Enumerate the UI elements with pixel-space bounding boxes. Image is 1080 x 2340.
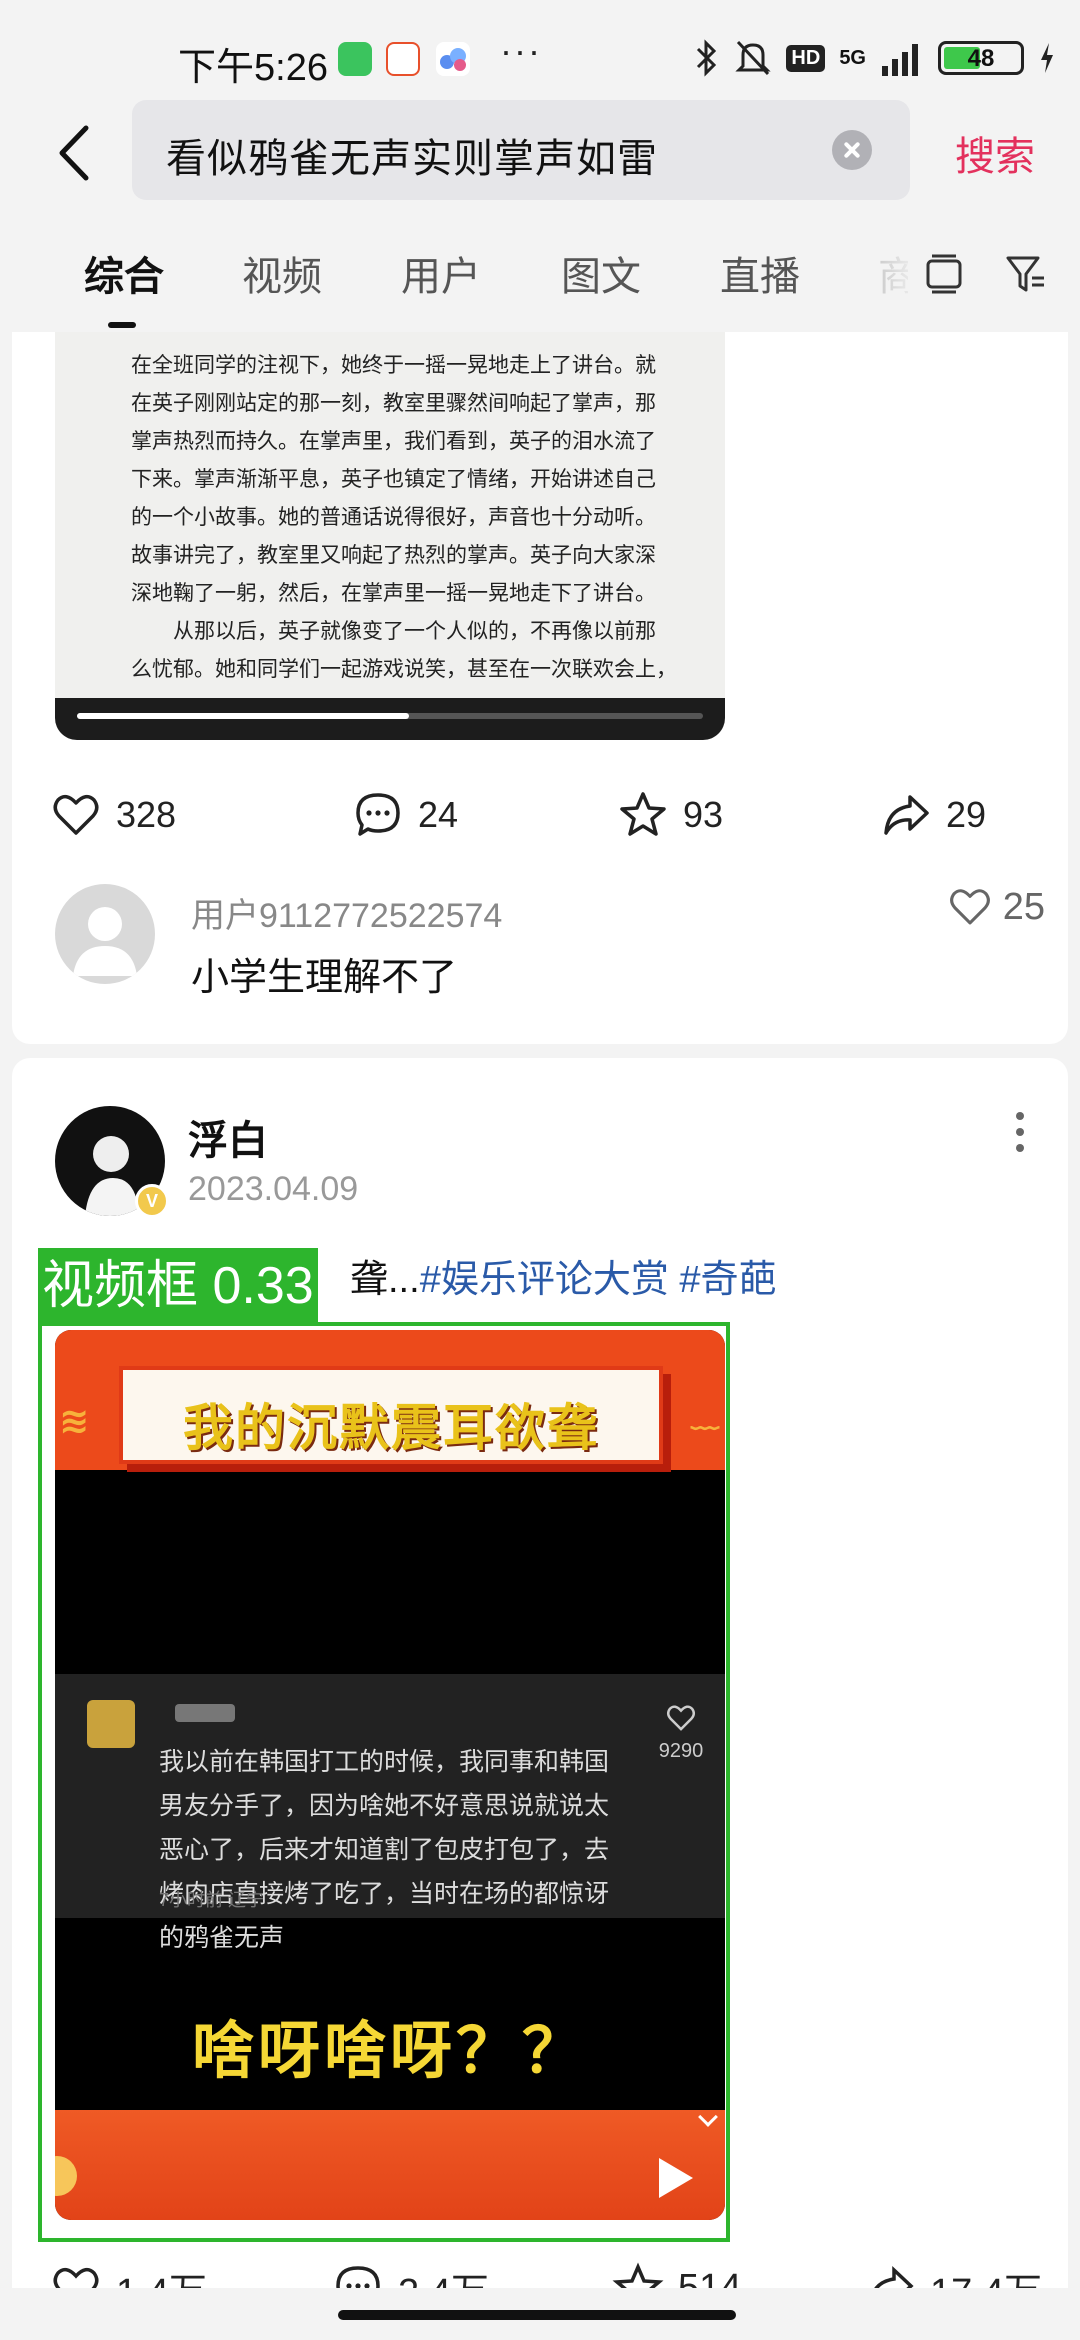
post-image[interactable]: 在全班同学的注视下，她终于一摇一晃地走上了讲台。就 在英子刚刚站定的那一刻，教室… <box>55 332 725 740</box>
mute-bell-icon <box>735 40 772 76</box>
top-comment[interactable]: 用户9112772522574 小学生理解不了 25 <box>55 884 1045 999</box>
share-button[interactable]: 29 <box>880 785 986 845</box>
page-line: 在全班同学的注视下，她终于一摇一晃地走上了讲台。就 <box>131 353 656 377</box>
battery-level: 48 <box>967 45 995 72</box>
textbook-page: 在全班同学的注视下，她终于一摇一晃地走上了讲台。就 在英子刚刚站定的那一刻，教室… <box>55 332 725 698</box>
chevron-left-icon <box>59 125 89 181</box>
search-header: 看似鸦雀无声实则掌声如雷 搜索 <box>0 100 1080 210</box>
detection-label: 视频框 0.33 <box>38 1248 318 1324</box>
more-options-button[interactable] <box>1010 1112 1030 1162</box>
charging-icon <box>1041 43 1053 73</box>
verified-badge-icon: V <box>135 1184 169 1218</box>
star-icon <box>620 792 666 836</box>
active-tab-indicator <box>108 322 136 328</box>
page-line: 深地鞠了一躬，然后，在掌声里一摇一晃地走下了讲台。 <box>131 581 656 605</box>
page-line: 掌声热烈而持久。在掌声里，我们看到，英子的泪水流了 <box>131 429 656 453</box>
filter-icon[interactable] <box>1004 252 1048 296</box>
detection-box <box>38 1322 730 2242</box>
favorite-button[interactable]: 93 <box>617 785 723 845</box>
like-button[interactable]: 328 <box>50 785 176 845</box>
comment-text: 小学生理解不了 <box>191 957 458 999</box>
favorite-count: 93 <box>683 794 724 835</box>
page-line: 故事讲完了，教室里又响起了热烈的掌声。英子向大家深 <box>131 543 656 567</box>
status-bar: 下午5:26 ··· HD 5G 48 <box>0 0 1080 100</box>
post-card-1: 在全班同学的注视下，她终于一摇一晃地走上了讲台。就 在英子刚刚站定的那一刻，教室… <box>12 332 1068 1044</box>
search-button[interactable]: 搜索 <box>955 124 1035 182</box>
post1-actions: 328 24 93 29 <box>12 785 1068 845</box>
status-time: 下午5:26 <box>178 47 328 89</box>
like-count: 328 <box>116 794 177 835</box>
comment-username[interactable]: 用户9112772522574 <box>191 888 502 937</box>
result-tabs: 综合 视频 用户 图文 直播 商 <box>0 222 1080 332</box>
more-notifications-icon: ··· <box>500 30 542 71</box>
58-app-icon <box>386 42 420 76</box>
home-gesture-handle[interactable] <box>338 2310 736 2320</box>
author-name[interactable]: 浮白 <box>188 1108 268 1166</box>
post-caption[interactable]: 聋...#娱乐评论大赏 #奇葩 <box>350 1248 777 1303</box>
share-count: 29 <box>946 794 987 835</box>
page-line: 下来。掌声渐渐平息，英子也镇定了情绪，开始讲述自己 <box>131 467 656 491</box>
tab-comprehensive[interactable]: 综合 <box>84 244 164 302</box>
heart-icon <box>53 794 99 835</box>
page-line: 的一个小故事。她的普通话说得很好，声音也十分动听。 <box>131 505 656 529</box>
comment-bubble-icon <box>356 793 400 836</box>
image-progress-bar[interactable] <box>77 713 703 719</box>
comment-like-count: 25 <box>1002 885 1045 928</box>
hd-badge: HD <box>786 44 826 72</box>
tab-user[interactable]: 用户 <box>401 244 481 302</box>
system-nav-bar <box>0 2288 1080 2340</box>
battery-icon: 48 <box>938 41 1024 75</box>
tab-video[interactable]: 视频 <box>242 244 322 302</box>
share-arrow-icon <box>884 795 929 835</box>
tab-live[interactable]: 直播 <box>720 244 800 302</box>
default-avatar-icon <box>73 907 137 976</box>
tab-image-text[interactable]: 图文 <box>561 244 641 302</box>
bluetooth-icon <box>697 39 717 77</box>
clear-search-icon[interactable] <box>832 130 872 170</box>
page-line: 么忧郁。她和同学们一起游戏说笑，甚至在一次联欢会上， <box>131 657 677 681</box>
back-button[interactable] <box>48 118 108 188</box>
page-line: 从那以后，英子就像变了一个人似的，不再像以前那 <box>173 619 656 643</box>
search-query[interactable]: 看似鸦雀无声实则掌声如雷 <box>166 126 658 184</box>
page-line: 在英子刚刚站定的那一刻，教室里骤然间响起了掌声，那 <box>131 391 656 415</box>
hashtag[interactable]: #娱乐评论大赏 <box>420 1259 669 1301</box>
network-type: 5G <box>839 47 866 69</box>
layout-toggle-icon[interactable] <box>922 252 966 296</box>
comment-like-button[interactable]: 25 <box>947 884 1045 930</box>
caption-text: 聋... <box>350 1259 420 1301</box>
comment-count: 24 <box>418 794 459 835</box>
avatar[interactable] <box>55 884 155 984</box>
heart-icon <box>949 889 990 925</box>
cloud-app-icon <box>436 42 470 76</box>
hashtag[interactable]: #奇葩 <box>679 1259 776 1301</box>
wechat-app-icon <box>338 42 372 76</box>
signal-icon <box>882 44 918 76</box>
search-input[interactable]: 看似鸦雀无声实则掌声如雷 <box>132 100 910 200</box>
post-date: 2023.04.09 <box>188 1170 359 1208</box>
comment-button[interactable]: 24 <box>352 785 458 845</box>
